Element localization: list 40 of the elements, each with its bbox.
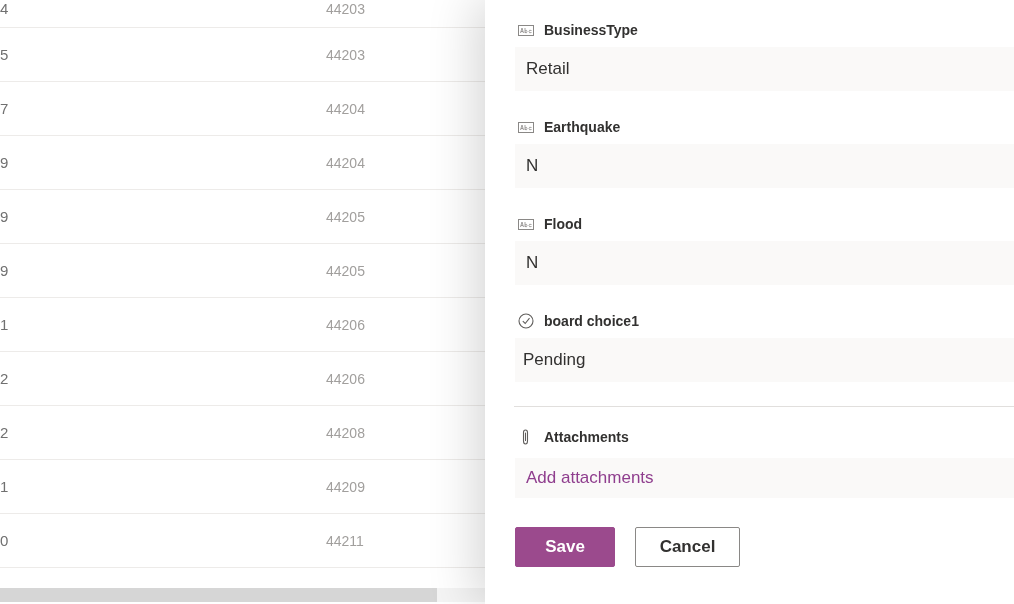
table-cell: 44206 (326, 315, 365, 334)
table-cell: 44209 (326, 477, 365, 496)
table-cell: 44203 (326, 0, 365, 18)
table-cell: 2 (0, 423, 9, 441)
table-cell: 5 (0, 45, 9, 63)
table-cell: 1 (0, 315, 9, 333)
add-attachments-link[interactable]: Add attachments (526, 465, 654, 491)
text-box-icon (518, 218, 534, 230)
table-cell: 44204 (326, 153, 365, 172)
dropdown-field[interactable]: Pending (515, 338, 1014, 382)
paperclip-icon (521, 429, 530, 445)
text-field[interactable]: N (515, 144, 1014, 188)
field-label: Attachments (544, 428, 629, 447)
text-field[interactable]: Retail (515, 47, 1014, 91)
field-label: Earthquake (544, 118, 621, 137)
table-cell: 44206 (326, 369, 365, 388)
table-cell: 0 (0, 531, 9, 549)
cancel-button[interactable]: Cancel (635, 527, 740, 567)
text-box-icon (518, 121, 534, 133)
field-label: BusinessType (544, 21, 638, 40)
horizontal-scrollbar[interactable] (0, 588, 485, 602)
table-cell: 2 (0, 369, 9, 387)
table-cell: 44203 (326, 45, 365, 64)
table-cell: 9 (0, 261, 9, 279)
save-button[interactable]: Save (515, 527, 615, 567)
table-cell: 44205 (326, 261, 365, 280)
text-field[interactable]: N (515, 241, 1014, 285)
table-cell: 9 (0, 153, 9, 171)
table-cell: 7 (0, 99, 9, 117)
table-cell: 4 (0, 0, 9, 17)
table-cell: 1 (0, 477, 9, 495)
text-box-icon (518, 24, 534, 36)
table-cell: 44208 (326, 423, 365, 442)
table-cell: 9 (0, 207, 9, 225)
check-circle-icon (518, 313, 534, 329)
table-cell: 44204 (326, 99, 365, 118)
field-label: Flood (544, 215, 583, 234)
field-label: board choice1 (544, 312, 639, 331)
table-cell: 44205 (326, 207, 365, 226)
table-cell: 44211 (326, 531, 364, 550)
